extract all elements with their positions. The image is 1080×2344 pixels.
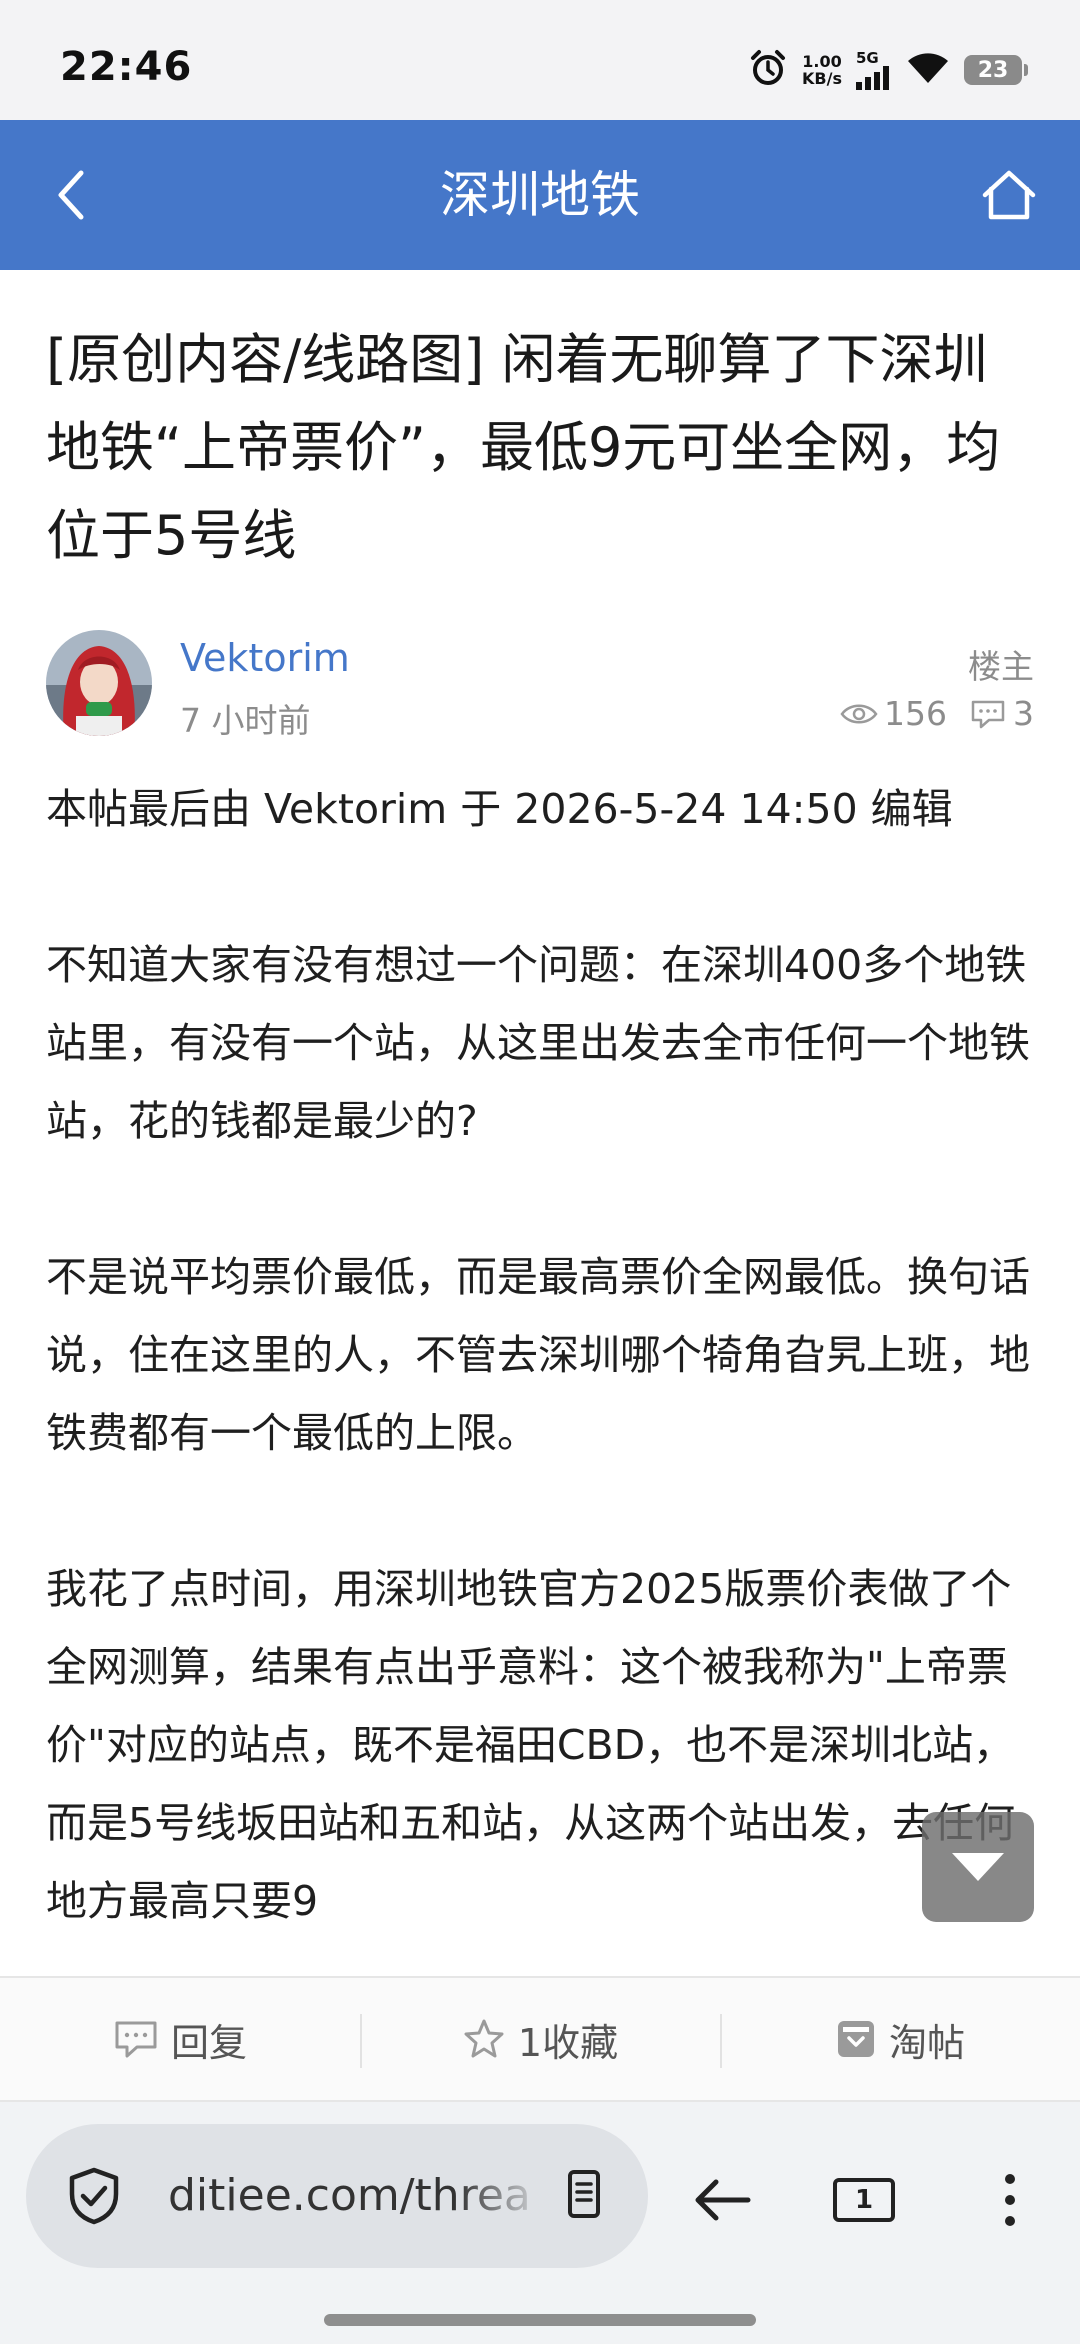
archive-icon: [837, 2021, 874, 2057]
back-button[interactable]: [36, 160, 106, 230]
action-bar: 回复 1收藏 淘帖: [0, 1976, 1080, 2102]
body-paragraph: 不知道大家有没有想过一个问题：在深圳400多个地铁站里，有没有一个站，从这里出发…: [46, 941, 1030, 1145]
eye-icon: [840, 704, 878, 723]
post-title: [原创内容/线路图] 闲着无聊算了下深圳地铁“上帝票价”，最低9元可坐全网，均位…: [46, 328, 1001, 567]
star-icon: [464, 2019, 504, 2058]
battery-icon: 23: [964, 55, 1028, 85]
status-icons: 1.00 KB/s 5G 23: [748, 48, 1028, 92]
reply-button[interactable]: 回复: [0, 1978, 360, 2100]
menu-button[interactable]: [980, 2158, 1040, 2242]
views-count: 156: [884, 694, 947, 733]
comment-icon: [115, 2021, 157, 2058]
net-speed: 1.00 KB/s: [802, 53, 842, 87]
home-icon: [982, 170, 1036, 220]
reader-mode-icon[interactable]: [546, 2160, 622, 2232]
op-badge: 楼主: [968, 647, 1034, 686]
triangle-down-icon: [952, 1853, 1004, 1881]
wifi-icon: [906, 51, 950, 89]
address-bar[interactable]: ditiee.com/thread: [26, 2124, 648, 2268]
url-fade: [456, 2154, 546, 2238]
signal-icon: 5G: [856, 48, 892, 90]
page-title: 深圳地铁: [440, 166, 640, 224]
home-button[interactable]: [974, 160, 1044, 230]
alarm-icon: [748, 48, 788, 92]
tao-label: 淘帖: [888, 2020, 965, 2065]
favorite-label: 1收藏: [517, 2020, 619, 2065]
status-time: 22:46: [60, 44, 193, 90]
avatar[interactable]: [46, 630, 152, 736]
battery-level: 23: [977, 57, 1009, 83]
status-bar: 22:46 1.00 KB/s 5G 23: [0, 0, 1080, 120]
body-paragraph: 我花了点时间，用深圳地铁官方2025版票价表做了个全网测算，结果有点出乎意料：这…: [46, 1565, 1016, 1925]
post-time: 7 小时前: [180, 701, 311, 740]
tabs-button[interactable]: 1: [822, 2162, 906, 2238]
replies-count: 3: [1013, 694, 1034, 733]
reply-label: 回复: [170, 2020, 247, 2065]
more-vertical-icon: [1005, 2174, 1015, 2226]
post-stats: 156 3: [840, 694, 1034, 733]
body-paragraph: 不是说平均票价最低，而是最高票价全网最低。换句话说，住在这里的人，不管去深圳哪个…: [46, 1253, 1030, 1457]
edit-note: 本帖最后由 Vektorim 于 2026-5-24 14:50 编辑: [46, 785, 953, 833]
app-header: 深圳地铁: [0, 120, 1080, 270]
net-speed-value: 1.00: [802, 52, 842, 71]
favorite-button[interactable]: 1收藏: [360, 1978, 720, 2100]
net-speed-unit: KB/s: [802, 69, 842, 88]
network-type: 5G: [856, 48, 879, 67]
comment-icon: [971, 700, 1005, 728]
arrow-left-icon: [695, 2179, 751, 2221]
post-body: 本帖最后由 Vektorim 于 2026-5-24 14:50 编辑 不知道大…: [46, 770, 1046, 1976]
browser-back-button[interactable]: [680, 2162, 764, 2238]
views-stat: 156: [840, 694, 947, 733]
author-name[interactable]: Vektorim: [180, 636, 350, 680]
gesture-bar[interactable]: [324, 2314, 756, 2326]
shield-check-icon[interactable]: [66, 2166, 122, 2226]
replies-stat: 3: [969, 694, 1034, 733]
tabs-count: 1: [833, 2178, 895, 2222]
scroll-down-button[interactable]: [922, 1812, 1034, 1922]
tao-button[interactable]: 淘帖: [720, 1978, 1080, 2100]
browser-bar: ditiee.com/thread 1: [0, 2102, 1080, 2344]
chevron-left-icon: [58, 170, 84, 220]
